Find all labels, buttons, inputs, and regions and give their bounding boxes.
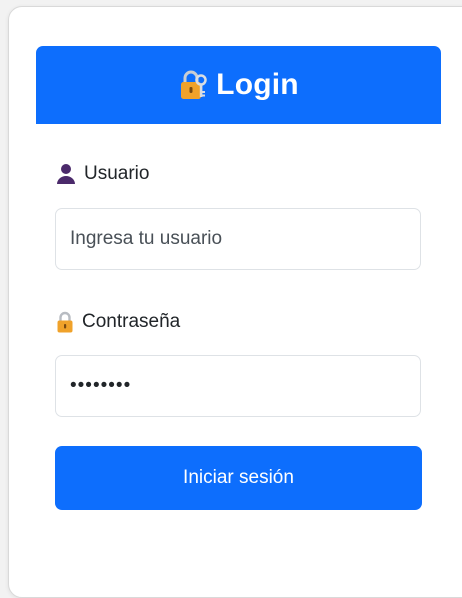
username-label-text: Usuario <box>84 163 150 184</box>
password-label: Contraseña <box>56 311 180 333</box>
page-title: Login <box>216 68 299 101</box>
user-silhouette-icon <box>56 163 76 185</box>
login-header: Login <box>36 46 441 124</box>
lock-with-key-icon <box>178 69 208 101</box>
password-label-text: Contraseña <box>82 311 181 332</box>
padlock-icon <box>56 311 74 333</box>
username-input[interactable] <box>55 208 421 270</box>
login-button[interactable]: Iniciar sesión <box>55 446 422 510</box>
password-input[interactable] <box>55 355 421 417</box>
username-label: Usuario <box>56 163 149 185</box>
